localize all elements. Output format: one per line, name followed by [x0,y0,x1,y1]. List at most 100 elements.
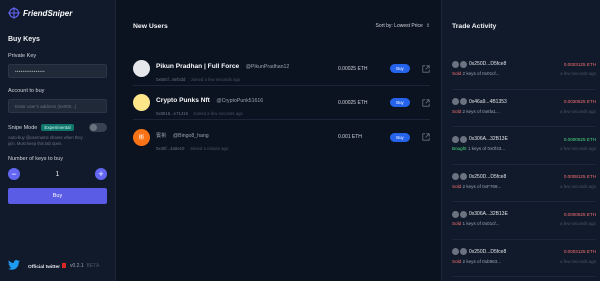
trade-keys: 1 keys of [462,221,481,226]
trade-row[interactable]: 0x306A...32B13E 0.0000625 ETH Bought 1 k… [452,127,596,165]
trade-target[interactable]: 0x6fa1... [482,109,500,114]
trade-target[interactable]: 0xb963... [482,259,501,264]
trade-activity-list: 0x250D...D5fce8 0.0003125 ETH Sold 2 key… [452,52,596,277]
user-buy-button[interactable]: Buy [390,98,410,107]
trade-keys: 1 keys of [467,146,487,151]
trade-time: a few seconds ago [560,108,596,114]
keys-count-label: Number of keys to buy [8,156,64,163]
trade-time: a few seconds ago [560,71,596,76]
trade-target[interactable]: 0x01cf... [482,221,499,226]
account-label: Account to buy [8,88,45,94]
subject-avatar [460,248,467,255]
user-joined: Joined a few seconds ago [193,111,243,116]
trade-time: a few seconds ago [560,221,596,226]
trader-avatar [452,210,459,218]
increment-button[interactable]: + [95,168,107,181]
user-price: 0.00025 ETH [338,65,368,72]
subject-avatar [460,98,467,105]
user-info: 賓彬 @Bingo8_hang 0x40f...4a0e10 Joined a … [156,124,338,151]
decrement-button[interactable]: − [8,168,20,181]
user-meta-line: 0x40f...4a0e10 Joined a minute ago [156,146,338,151]
trade-action: Sold [452,71,462,76]
trade-action: Sold [452,221,462,226]
external-link-icon[interactable] [422,64,430,73]
sidebar-footer: Official twitter v0.2.1 BETA [8,257,111,275]
trade-activity-title: Trade Activity [452,22,497,30]
trade-price: 0.0000625 ETH [563,211,596,217]
trade-detail-line: Sold 2 keys of 0xb963... a few seconds a… [452,259,596,264]
trade-action: Sold [452,108,462,114]
sort-chevron-icon: ⇕ [425,23,430,29]
trade-pair[interactable]: 0x250D...D5fce8 [469,174,506,180]
trade-row[interactable]: 0x250D...D5fce8 0.0003125 ETH Sold 2 key… [452,52,596,90]
user-name-line: 賓彬 @Bingo8_hang [156,124,338,142]
trade-pair[interactable]: 0x46a9...4B1353 [469,99,507,105]
external-link-icon[interactable] [422,133,430,141]
trade-target[interactable]: 0x0f43... [488,146,506,151]
trade-price: 0.0003125 ETH [563,249,596,254]
trade-action: Sold [452,258,462,264]
user-address: 0x40f...4a0e10 [156,145,185,151]
buy-button[interactable]: Buy [8,188,107,205]
trade-pair-group: 0x250D...D5fce8 [452,60,506,68]
trade-pair[interactable]: 0x250D...D5fce8 [469,61,506,67]
private-key-input[interactable]: •••••••••••••••• [8,64,107,78]
trade-pair[interactable]: 0x306A...32B13E [469,211,508,217]
trade-row[interactable]: 0x250D...D5fce8 0.0008125 ETH Sold 2 key… [452,165,596,202]
user-joined: Joined a minute ago [189,145,229,151]
trade-detail-line: Sold 1 keys of 0x01cf... a few seconds a… [452,221,596,226]
trade-price: 0.0008125 ETH [563,174,596,179]
official-twitter-link[interactable]: Official twitter [28,262,66,270]
trade-time: a few seconds ago [560,146,596,151]
subject-avatar [460,173,467,180]
official-twitter-label: Official twitter [28,264,60,270]
snipe-mode-row: Snipe Mode Experimental [8,123,107,132]
trade-activity-header: Trade Activity [452,0,596,52]
trade-row[interactable]: 0x46a9...4B1353 0.0030625 ETH Sold 2 key… [452,90,596,127]
snipe-mode-toggle[interactable] [89,123,107,132]
trade-keys: 2 keys of [462,183,481,189]
user-row[interactable]: Pikun Pradhan | Full Force @PikunPradhan… [133,52,430,86]
trade-pair[interactable]: 0x306A...32B13E [469,136,508,142]
subject-avatar [460,60,467,68]
keys-quantity-value[interactable]: 1 [56,171,60,178]
user-name-line: Pikun Pradhan | Full Force @PikunPradhan… [156,55,338,73]
user-meta-line: 0x60cf...8ef2dd Joined a few seconds ago [156,77,338,82]
user-handle: @PikunPradhan12 [245,64,290,70]
user-name[interactable]: Pikun Pradhan | Full Force [156,63,239,70]
app-logo[interactable]: FriendSniper [8,2,107,24]
snipe-mode-description: Auto-buy @username shares when they join… [8,135,83,146]
trade-row[interactable]: 0x250D...D5fce8 0.0003125 ETH Sold 2 key… [452,240,596,277]
trade-detail-line: Sold 2 keys of 0xF769... a few seconds a… [452,184,596,189]
external-flag-icon [61,262,66,268]
trade-top-line: 0x250D...D5fce8 0.0003125 ETH [452,59,596,69]
trade-row[interactable]: 0x306A...32B13E 0.0000625 ETH Sold 1 key… [452,202,596,240]
trade-pair[interactable]: 0x250D...D5fce8 [469,249,506,255]
trader-avatar [452,60,459,68]
user-row[interactable]: 彬 賓彬 @Bingo8_hang 0x40f...4a0e10 Joined … [133,120,430,154]
account-input[interactable]: Enter user's address (0x000...) [8,99,107,113]
user-name[interactable]: Crypto Punks Nft [156,97,210,104]
avatar[interactable]: 彬 [133,128,150,146]
trade-pair-group: 0x250D...D5fce8 [452,173,506,180]
trade-keys: 2 keys of [462,71,481,76]
user-name[interactable]: 賓彬 [156,133,166,139]
sort-dropdown[interactable]: Sort by: Lowest Price ⇕ [376,23,430,29]
trade-target[interactable]: 0x01cf... [482,71,499,76]
trade-action: Sold [452,183,462,189]
trade-time: a few seconds ago [560,258,596,264]
user-row[interactable]: Crypto Punks Nft @CryptoPunk51616 0x8915… [133,86,430,120]
private-key-label: Private Key [8,53,37,59]
external-link-icon[interactable] [422,98,430,107]
user-joined: Joined a few seconds ago [190,77,241,82]
twitter-icon[interactable] [8,257,20,275]
user-buy-button[interactable]: Buy [390,132,410,142]
avatar[interactable] [133,94,150,111]
trade-price: 0.0003125 ETH [563,61,596,67]
trade-keys: 2 keys of [462,108,481,114]
new-users-list: Pikun Pradhan | Full Force @PikunPradhan… [133,52,430,154]
avatar[interactable] [133,60,150,77]
user-buy-button[interactable]: Buy [390,64,410,73]
keys-quantity-stepper: − 1 + [8,168,107,181]
trade-target[interactable]: 0xF769... [482,184,501,189]
